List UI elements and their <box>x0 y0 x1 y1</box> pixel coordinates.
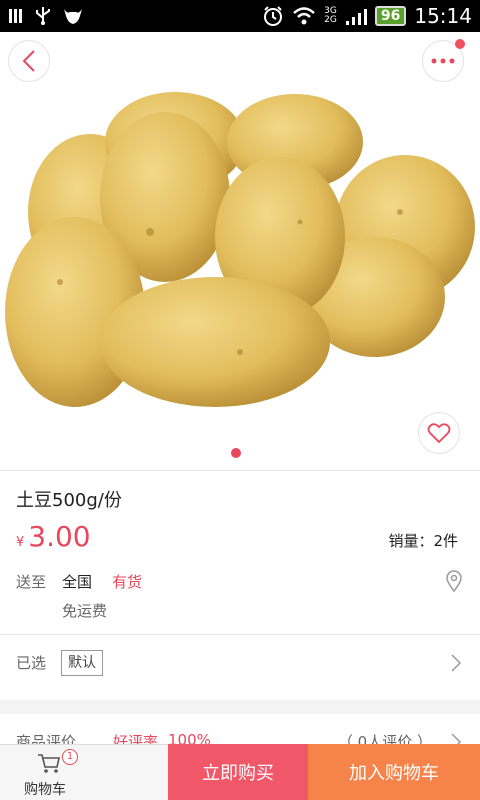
bull-icon <box>64 9 82 24</box>
price-value: 3.00 <box>28 520 91 553</box>
spec-selection-row[interactable]: 已选 默认 <box>0 635 480 695</box>
cart-badge: 1 <box>62 749 78 765</box>
ship-to-label: 送至 <box>16 573 47 591</box>
notification-dot <box>455 39 465 49</box>
sales-count: 销量：2件 <box>388 530 458 551</box>
usb-icon <box>36 7 50 25</box>
currency-symbol: ¥ <box>16 535 25 550</box>
alarm-icon <box>264 6 283 26</box>
free-shipping-text: 免运费 <box>62 602 108 620</box>
chevron-right-icon <box>451 654 462 672</box>
ship-destination: 全国 <box>62 573 93 591</box>
shopping-cart-icon <box>38 754 60 773</box>
price: ¥ 3.00 <box>16 520 91 553</box>
network-type: 3G 2G <box>324 7 337 25</box>
location-button[interactable] <box>446 570 462 596</box>
add-to-cart-button[interactable]: 加入购物车 <box>308 744 480 800</box>
product-image-carousel[interactable] <box>0 32 480 470</box>
selected-label: 已选 <box>16 654 47 672</box>
product-title: 土豆500g/份 <box>16 490 122 511</box>
bottom-action-bar: 1 购物车 立即购买 加入购物车 <box>0 744 480 800</box>
chevron-left-icon <box>22 50 35 72</box>
more-button[interactable] <box>422 39 465 82</box>
sales-label: 销量： <box>388 532 434 550</box>
cart-label: 购物车 <box>24 782 66 798</box>
sales-value: 2件 <box>433 532 458 550</box>
back-button[interactable] <box>8 40 50 82</box>
section-separator <box>0 700 480 714</box>
buy-now-button[interactable]: 立即购买 <box>168 744 308 800</box>
status-bar: 3G 2G 96 15:14 <box>0 0 480 32</box>
location-pin-icon <box>446 570 462 593</box>
sim-icon <box>9 9 22 23</box>
potato-image <box>5 92 475 407</box>
network-bottom-label: 2G <box>324 15 337 25</box>
heart-icon <box>427 423 451 444</box>
status-time: 15:14 <box>414 4 472 28</box>
cart-button[interactable]: 1 购物车 <box>0 744 168 800</box>
more-dots-icon <box>431 58 455 64</box>
wifi-icon <box>293 7 316 25</box>
favorite-button[interactable] <box>418 412 460 454</box>
selected-spec: 默认 <box>61 650 103 676</box>
carousel-page-dot <box>231 448 241 458</box>
battery-indicator: 96 <box>374 6 407 26</box>
stock-status: 有货 <box>112 573 143 591</box>
notification-icons <box>8 6 84 26</box>
divider <box>0 470 480 471</box>
signal-icon <box>345 9 367 25</box>
